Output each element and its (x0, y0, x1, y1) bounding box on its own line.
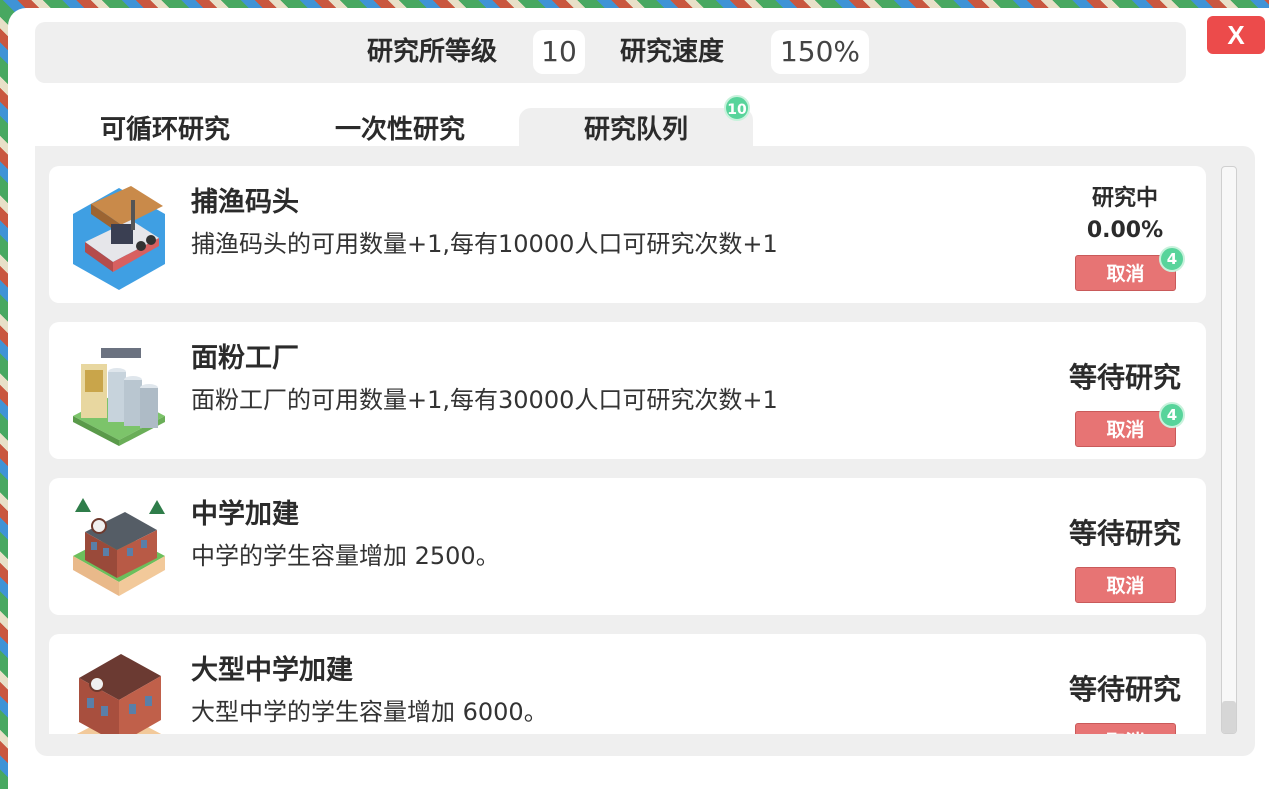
cancel-button[interactable]: 取消 (1075, 567, 1176, 603)
research-status: 研究中 (1091, 186, 1158, 211)
research-status: 等待研究 (1068, 517, 1181, 550)
queue-item: 中学加建 中学的学生容量增加 2500。 等待研究 取消 (49, 478, 1206, 615)
research-title: 面粉工厂 (191, 343, 299, 374)
level-value: 10 (533, 30, 585, 74)
research-progress: 0.00% (1086, 218, 1164, 243)
research-header: 研究所等级 10 研究速度 150% (35, 22, 1186, 83)
middle-school-icon (73, 498, 165, 596)
research-title: 大型中学加建 (191, 655, 353, 686)
speed-value: 150% (771, 30, 869, 74)
research-title: 捕渔码头 (191, 187, 299, 218)
cancel-button[interactable]: 取消 (1075, 723, 1176, 734)
large-middle-school-icon (76, 654, 162, 734)
queue-item: 捕渔码头 捕渔码头的可用数量+1,每有10000人口可研究次数+1 研究中 0.… (49, 166, 1206, 303)
research-queue-list[interactable]: 捕渔码头 捕渔码头的可用数量+1,每有10000人口可研究次数+1 研究中 0.… (49, 166, 1207, 734)
research-title: 中学加建 (191, 499, 299, 530)
queue-item: 大型中学加建 大型中学的学生容量增加 6000。 等待研究 取消 (49, 634, 1206, 734)
research-description: 面粉工厂的可用数量+1,每有30000人口可研究次数+1 (191, 386, 778, 414)
research-description: 捕渔码头的可用数量+1,每有10000人口可研究次数+1 (191, 230, 778, 258)
fishing-dock-icon (73, 186, 165, 290)
research-description: 大型中学的学生容量增加 6000。 (191, 698, 548, 726)
queue-item: 面粉工厂 面粉工厂的可用数量+1,每有30000人口可研究次数+1 等待研究 取… (49, 322, 1206, 459)
tab-research-queue[interactable]: 研究队列 (519, 108, 753, 146)
research-status: 等待研究 (1068, 361, 1181, 394)
speed-label: 研究速度 (620, 37, 725, 67)
tab-one-time-research[interactable]: 一次性研究 (282, 108, 518, 146)
queue-scrollbar-thumb[interactable] (1222, 701, 1236, 733)
queue-count-badge: 10 (724, 95, 750, 121)
tab-cyclic-research[interactable]: 可循环研究 (48, 108, 282, 146)
research-count-badge: 4 (1159, 402, 1185, 428)
research-description: 中学的学生容量增加 2500。 (191, 542, 500, 570)
close-button[interactable]: X (1207, 16, 1265, 54)
research-count-badge: 4 (1159, 246, 1185, 272)
flour-factory-icon (73, 348, 165, 446)
queue-scrollbar[interactable] (1221, 166, 1237, 734)
level-label: 研究所等级 (367, 37, 498, 67)
research-status: 等待研究 (1068, 673, 1181, 706)
